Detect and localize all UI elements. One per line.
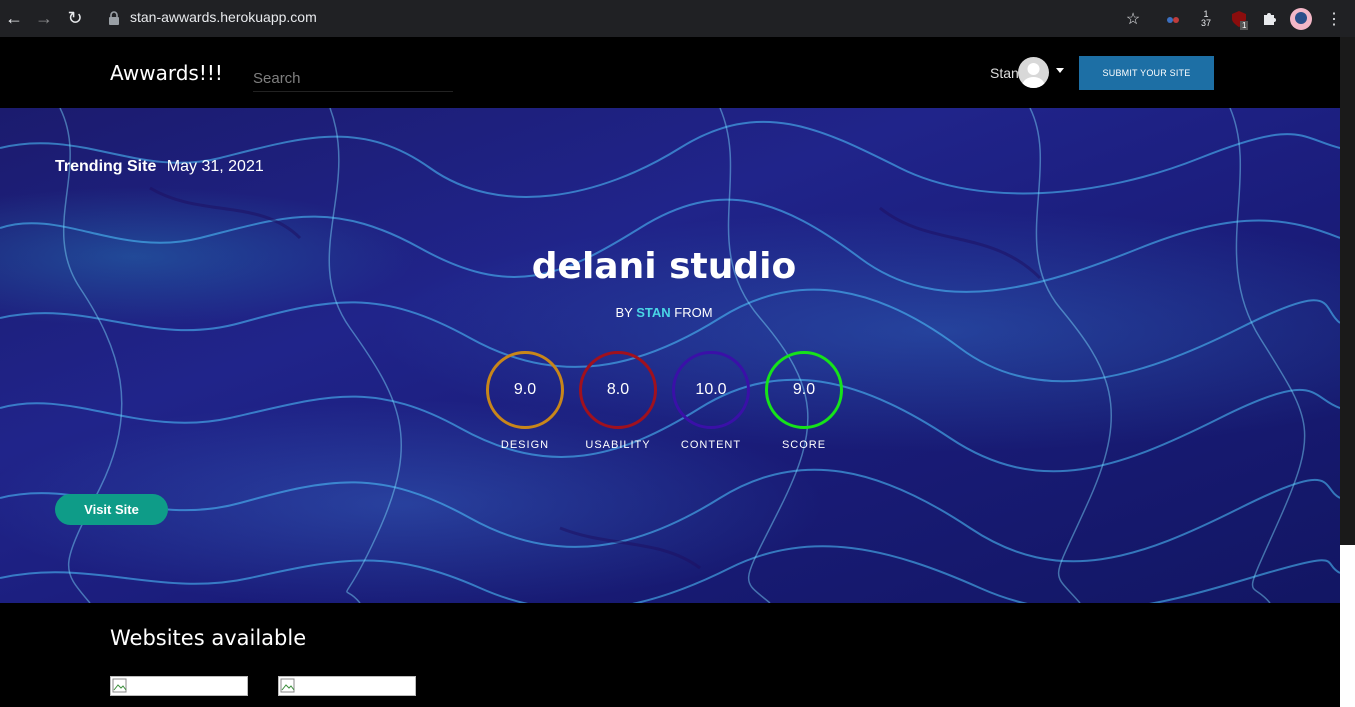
address-bar[interactable]: stan-awwards.herokuapp.com [130, 9, 317, 25]
score-label: USABILITY [585, 439, 651, 451]
lock-icon [109, 11, 119, 25]
browser-toolbar: ← → ↻ stan-awwards.herokuapp.com ☆ 1 37 … [0, 0, 1355, 37]
profile-icon[interactable] [1290, 8, 1312, 30]
score-ring: 9.0 [765, 351, 843, 429]
trending-label: Trending Site [55, 158, 157, 175]
extension-badge: 37 [1200, 18, 1211, 28]
score-ring: 10.0 [672, 351, 750, 429]
score-label: CONTENT [680, 439, 742, 451]
by-prefix: BY [615, 305, 633, 320]
score-ring: 9.0 [486, 351, 564, 429]
score-overall: 9.0 SCORE [765, 351, 858, 451]
broken-image-icon [112, 678, 127, 693]
score-usability: 8.0 USABILITY [579, 351, 672, 451]
extension-icon[interactable] [1162, 8, 1184, 30]
score-label: SCORE [781, 439, 827, 451]
website-thumbnail[interactable] [278, 676, 416, 696]
user-icon [1022, 63, 1045, 88]
score-label: DESIGN [500, 439, 550, 451]
score-ring: 8.0 [579, 351, 657, 429]
back-arrow-icon[interactable]: ← [4, 8, 24, 28]
hero-banner: Trending Site May 31, 2021 delani studio… [0, 108, 1340, 603]
star-icon[interactable]: ☆ [1122, 8, 1144, 30]
website-thumbnail[interactable] [110, 676, 248, 696]
ublock-icon[interactable]: 1 [1228, 8, 1250, 30]
from-label: FROM [674, 305, 713, 320]
trending-date: May 31, 2021 [166, 158, 264, 175]
scrollbar-thumb[interactable] [1340, 37, 1355, 545]
broken-image-icon [280, 678, 295, 693]
extension-counter-icon[interactable]: 1 37 [1195, 8, 1217, 30]
byline: BY STAN FROM [0, 305, 1328, 320]
forward-arrow-icon[interactable]: → [34, 8, 54, 28]
avatar[interactable] [1018, 57, 1049, 88]
extension-badge: 1 [1240, 21, 1249, 30]
chevron-down-icon[interactable] [1056, 68, 1064, 73]
menu-icon[interactable]: ⋮ [1323, 8, 1345, 30]
score-design: 9.0 DESIGN [486, 351, 579, 451]
submit-site-button[interactable]: SUBMIT YOUR SITE [1079, 56, 1214, 90]
score-content: 10.0 CONTENT [672, 351, 765, 451]
site-header: Awwards!!! Stan SUBMIT YOUR SITE [0, 37, 1340, 108]
trending-info: Trending Site May 31, 2021 [55, 158, 264, 176]
visit-site-button[interactable]: Visit Site [55, 494, 168, 525]
site-title: delani studio [531, 246, 797, 287]
user-name[interactable]: Stan [990, 65, 1019, 81]
reload-icon[interactable]: ↻ [65, 8, 85, 28]
score-rings: 9.0 DESIGN 8.0 USABILITY 10.0 CONTENT 9.… [486, 351, 858, 451]
puzzle-icon[interactable] [1258, 8, 1280, 30]
brand-logo[interactable]: Awwards!!! [110, 61, 223, 85]
search-input[interactable] [253, 65, 453, 92]
author-link[interactable]: STAN [636, 305, 670, 320]
section-title: Websites available [110, 626, 307, 650]
